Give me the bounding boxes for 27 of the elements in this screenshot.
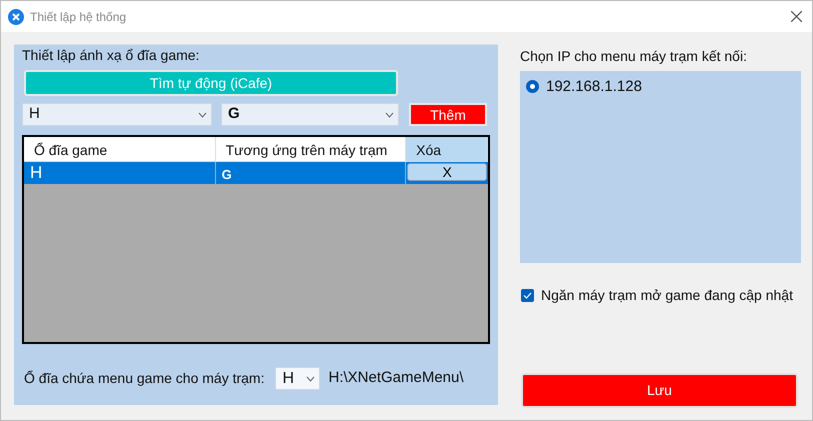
app-logo-icon	[8, 8, 24, 24]
column-header[interactable]: Xóa	[406, 137, 488, 162]
menu-path-text: H:\XNetGameMenu\	[328, 368, 464, 388]
radio-button[interactable]	[526, 80, 539, 94]
menu-drive-dropdown[interactable]: H	[275, 367, 320, 390]
table-row[interactable]: H G X	[24, 162, 488, 184]
checkbox-label: Ngăn máy trạm mở game đang cập nhật	[541, 286, 793, 305]
checkbox[interactable]	[521, 288, 534, 302]
source-drive-dropdown[interactable]: H	[22, 103, 212, 126]
target-drive-dropdown[interactable]: G	[221, 103, 399, 126]
check-icon	[523, 292, 532, 298]
window-title: Thiết lập hệ thống	[30, 8, 126, 26]
ip-option-label: 192.168.1.128	[546, 76, 642, 96]
caret-icon	[385, 112, 394, 118]
group-title: Thiết lập ánh xạ ổ đĩa game:	[22, 46, 200, 64]
table-cell: H	[24, 162, 216, 184]
caret-icon	[198, 112, 207, 118]
add-button[interactable]: Thêm	[409, 103, 487, 126]
column-header[interactable]: Tương ứng trên máy trạm	[216, 137, 406, 162]
save-button[interactable]: Lưu	[521, 372, 798, 408]
close-icon[interactable]	[790, 11, 802, 22]
caret-icon	[306, 376, 316, 382]
delete-button[interactable]: X	[407, 163, 488, 181]
table-cell: G	[216, 162, 406, 184]
column-header[interactable]: Ổ đĩa game	[24, 137, 216, 162]
menu-drive-label: Ổ đĩa chứa menu game cho máy trạm:	[24, 369, 264, 388]
ip-label: Chọn IP cho menu máy trạm kết nối:	[520, 47, 748, 66]
